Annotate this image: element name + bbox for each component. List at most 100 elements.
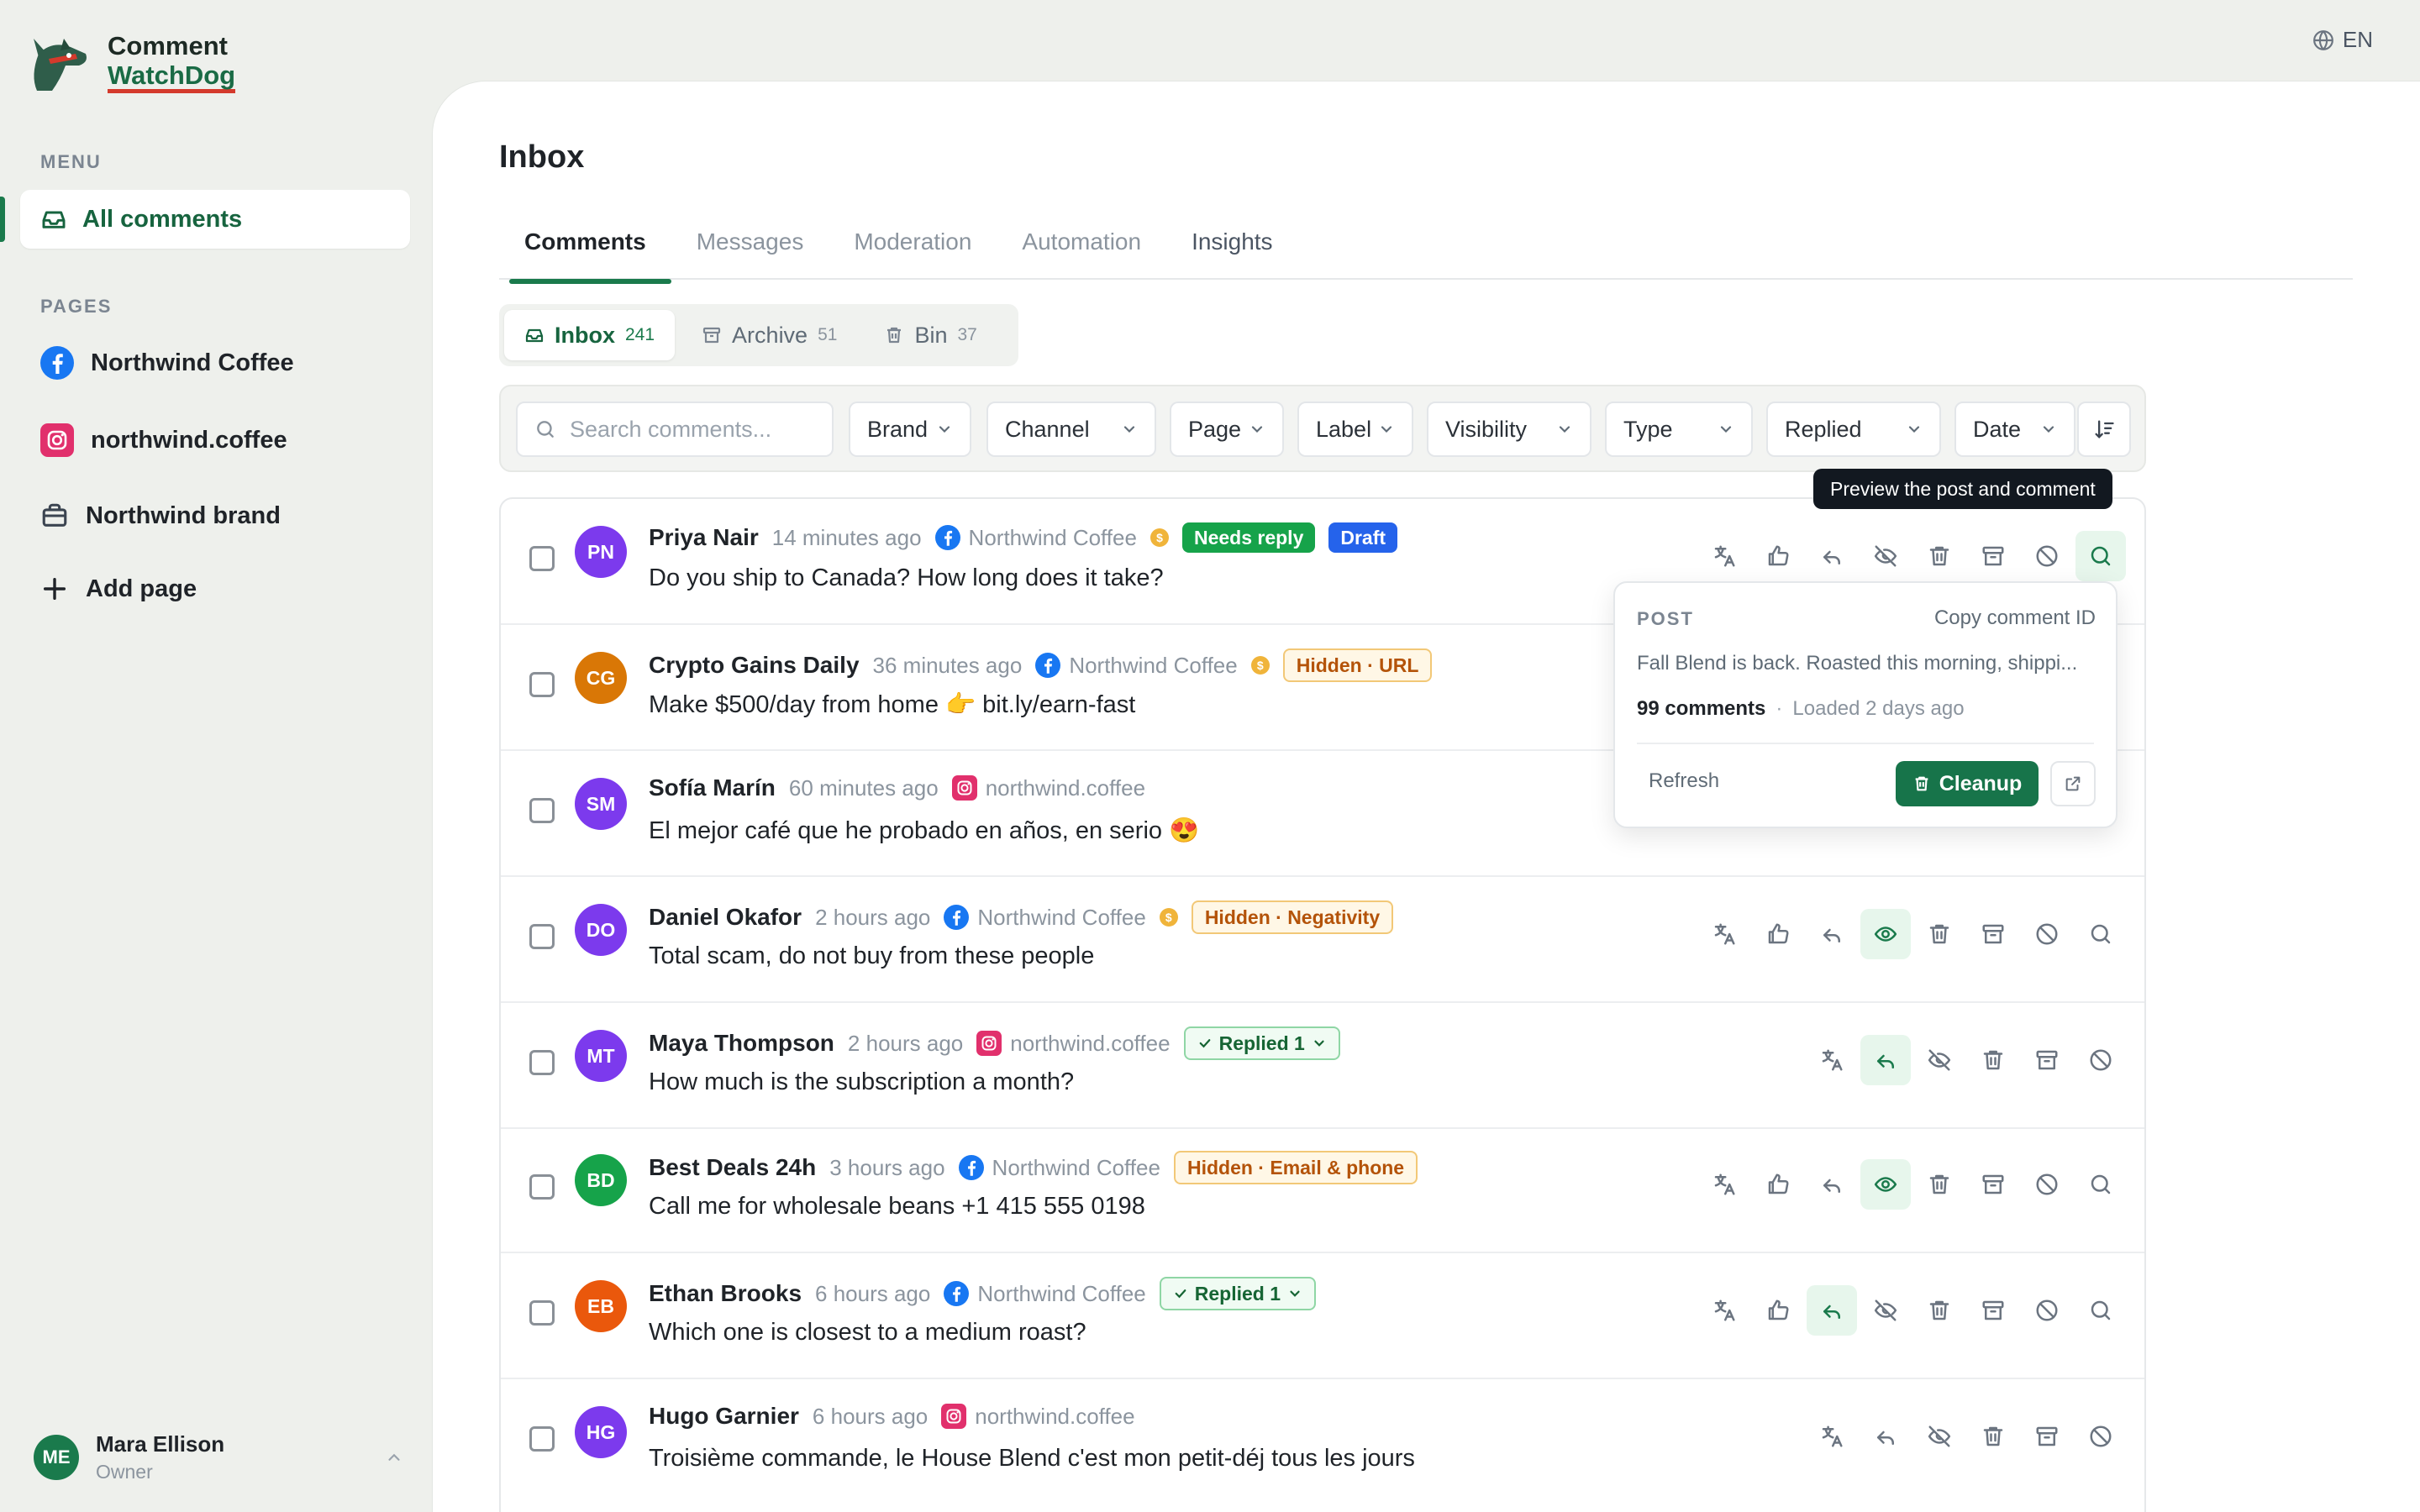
comment-source[interactable]: Northwind Coffee [934,525,1137,551]
archive-button[interactable] [2022,1035,2072,1085]
comment-source[interactable]: Northwind Coffee [944,1281,1146,1307]
translate-button[interactable] [1807,1411,1857,1462]
search-input[interactable]: Search comments... [516,402,834,457]
delete-button[interactable] [1968,1035,2018,1085]
segment-archive[interactable]: Archive 51 [681,310,857,360]
ban-user-button[interactable] [2075,1035,2126,1085]
delete-button[interactable] [1914,531,1965,581]
comment-author[interactable]: Priya Nair [649,524,759,551]
comment-source[interactable]: northwind.coffee [941,1404,1135,1430]
reply-button[interactable] [1807,1159,1857,1210]
row-checkbox[interactable] [529,546,555,571]
like-button[interactable] [1753,1159,1803,1210]
row-checkbox[interactable] [529,1174,555,1200]
preview-button[interactable] [2075,909,2126,959]
sort-button[interactable] [2077,402,2131,457]
delete-button[interactable] [1968,1411,2018,1462]
add-page-button[interactable]: Add page [40,569,197,609]
archive-button[interactable] [1968,909,2018,959]
archive-button[interactable] [1968,1159,2018,1210]
preview-button[interactable] [2075,531,2126,581]
filter-visibility[interactable]: Visibility [1427,402,1591,457]
comment-source[interactable]: Northwind Coffee [944,905,1146,931]
ban-user-button[interactable] [2022,909,2072,959]
hide-button[interactable] [1860,1285,1911,1336]
comment-author[interactable]: Crypto Gains Daily [649,652,860,679]
trash-icon [1915,776,1928,791]
comment-source[interactable]: Northwind Coffee [1035,653,1238,679]
filter-label-dropdown[interactable]: Label [1297,402,1413,457]
open-external-button[interactable] [2050,761,2096,806]
ban-user-button[interactable] [2022,1159,2072,1210]
unhide-button[interactable] [1860,909,1911,959]
like-button[interactable] [1753,531,1803,581]
filter-date[interactable]: Date [1954,402,2075,457]
hide-button[interactable] [1860,531,1911,581]
sidebar-item-all-comments[interactable]: All comments [20,190,410,249]
tab-comments[interactable]: Comments [499,228,671,284]
translate-button[interactable] [1699,1285,1749,1336]
segment-inbox[interactable]: Inbox 241 [504,310,676,360]
language-switcher[interactable]: EN [2312,27,2373,53]
comment-source[interactable]: Northwind Coffee [958,1155,1160,1181]
translate-button[interactable] [1699,909,1749,959]
comment-source[interactable]: northwind.coffee [976,1031,1171,1057]
replied-badge[interactable]: Replied 1 [1183,1026,1340,1060]
comment-author[interactable]: Sofía Marín [649,774,776,801]
sidebar-page-northwind-coffee[interactable]: Northwind Coffee [40,343,294,383]
comment-author[interactable]: Daniel Okafor [649,904,802,931]
tab-insights[interactable]: Insights [1166,228,1298,281]
comment-author[interactable]: Best Deals 24h [649,1154,816,1181]
archive-button[interactable] [1968,531,2018,581]
row-checkbox[interactable] [529,924,555,949]
cleanup-button[interactable]: Cleanup [1896,761,2039,806]
ban-user-button[interactable] [2022,1285,2072,1336]
reply-button[interactable] [1807,531,1857,581]
reply-button[interactable] [1860,1035,1911,1085]
filter-channel[interactable]: Channel [986,402,1156,457]
translate-button[interactable] [1699,531,1749,581]
like-button[interactable] [1753,1285,1803,1336]
comment-source[interactable]: northwind.coffee [951,775,1145,801]
delete-button[interactable] [1914,1159,1965,1210]
tab-automation[interactable]: Automation [997,228,1166,281]
filter-type[interactable]: Type [1605,402,1753,457]
delete-button[interactable] [1914,909,1965,959]
reply-button[interactable] [1807,1285,1857,1336]
copy-comment-id-button[interactable]: Copy comment ID [1934,606,2096,630]
hide-button[interactable] [1914,1411,1965,1462]
archive-button[interactable] [1968,1285,2018,1336]
preview-button[interactable] [2075,1285,2126,1336]
row-checkbox[interactable] [529,1426,555,1452]
refresh-button[interactable]: Refresh [1649,769,1719,793]
comment-author[interactable]: Hugo Garnier [649,1403,799,1430]
translate-button[interactable] [1699,1159,1749,1210]
filter-page[interactable]: Page [1170,402,1284,457]
row-checkbox[interactable] [529,1300,555,1326]
row-checkbox[interactable] [529,798,555,823]
filter-replied[interactable]: Replied [1766,402,1941,457]
ban-user-button[interactable] [2075,1411,2126,1462]
delete-button[interactable] [1914,1285,1965,1336]
unhide-button[interactable] [1860,1159,1911,1210]
tab-messages[interactable]: Messages [671,228,829,281]
filter-brand[interactable]: Brand [849,402,971,457]
replied-badge[interactable]: Replied 1 [1159,1277,1317,1310]
reply-button[interactable] [1860,1411,1911,1462]
segment-bin[interactable]: Bin 37 [864,310,997,360]
like-button[interactable] [1753,909,1803,959]
comment-author[interactable]: Maya Thompson [649,1030,834,1057]
comment-author[interactable]: Ethan Brooks [649,1280,802,1307]
ban-user-button[interactable] [2022,531,2072,581]
translate-button[interactable] [1807,1035,1857,1085]
sidebar-page-northwind-instagram[interactable]: northwind.coffee [40,420,287,460]
tab-moderation[interactable]: Moderation [829,228,997,281]
preview-button[interactable] [2075,1159,2126,1210]
reply-button[interactable] [1807,909,1857,959]
row-checkbox[interactable] [529,1050,555,1075]
user-menu[interactable]: ME Mara Ellison Owner [34,1428,403,1487]
row-checkbox[interactable] [529,672,555,697]
sidebar-page-northwind-brand[interactable]: Northwind brand [40,496,281,536]
archive-button[interactable] [2022,1411,2072,1462]
hide-button[interactable] [1914,1035,1965,1085]
